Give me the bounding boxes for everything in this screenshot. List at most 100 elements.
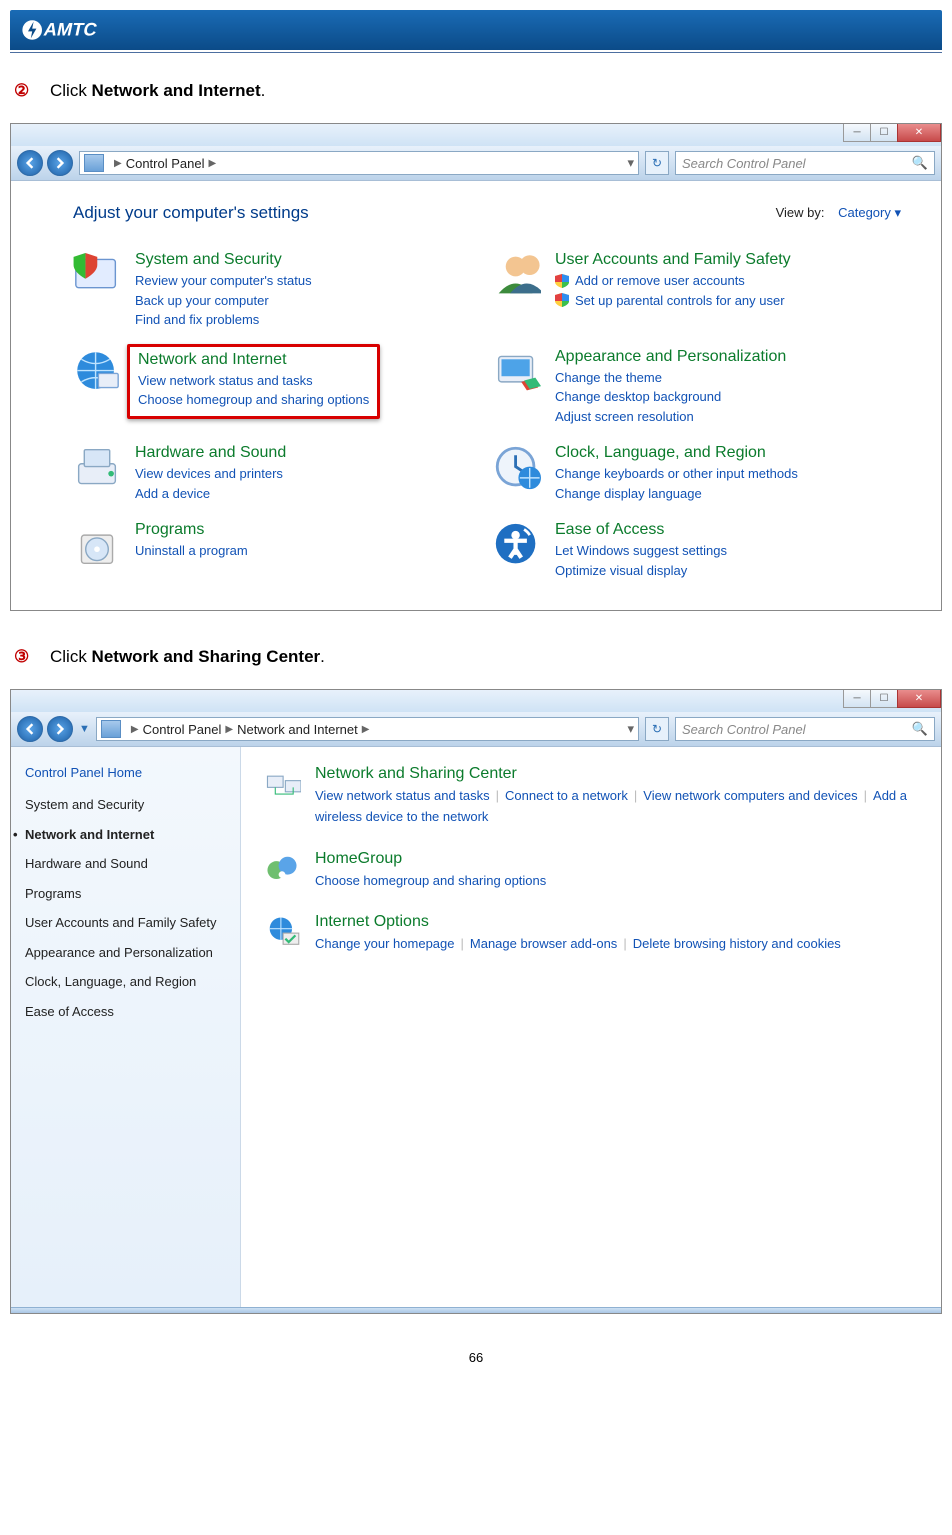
view-by-selector[interactable]: View by: Category ▾	[776, 205, 901, 221]
category-sublink[interactable]: Change keyboards or other input methods	[555, 464, 798, 484]
chevron-down-icon[interactable]: ▾	[627, 155, 634, 171]
category-sublink[interactable]: Uninstall a program	[135, 541, 248, 561]
window-footer-bar	[11, 1307, 941, 1313]
chevron-right-icon: ▶	[362, 724, 370, 735]
section-sublink[interactable]: View network status and tasks	[315, 788, 490, 803]
recent-dropdown-button[interactable]: ▼	[79, 723, 90, 735]
category-system-and-security: System and Security Review your computer'…	[73, 251, 481, 330]
section-sublink[interactable]: View network computers and devices	[643, 788, 857, 803]
page-number: 66	[10, 1350, 942, 1365]
breadcrumb-bar[interactable]: ▶ Control Panel ▶ ▾	[79, 151, 639, 175]
section-icon	[263, 850, 301, 888]
minimize-button[interactable]: ─	[843, 124, 871, 142]
brand-header: AMTC	[10, 10, 942, 50]
category-sublink[interactable]: View network status and tasks	[138, 371, 369, 391]
main-content: Network and Sharing Center View network s…	[241, 747, 941, 1307]
sidebar-item[interactable]: Hardware and Sound	[25, 855, 226, 873]
shield-icon	[555, 293, 569, 307]
sidebar-item[interactable]: System and Security	[25, 796, 226, 814]
category-title-link[interactable]: System and Security	[135, 251, 312, 269]
category-sublink[interactable]: Set up parental controls for any user	[555, 291, 791, 311]
section-title-link[interactable]: Internet Options	[315, 913, 841, 931]
category-sublink[interactable]: Find and fix problems	[135, 310, 312, 330]
breadcrumb-bar[interactable]: ▶ Control Panel ▶ Network and Internet ▶…	[96, 717, 639, 741]
chevron-down-icon[interactable]: ▾	[627, 721, 634, 737]
category-title-link[interactable]: Network and Internet	[138, 351, 369, 369]
control-panel-chip-icon	[101, 720, 121, 738]
category-sublink[interactable]: Change desktop background	[555, 387, 786, 407]
category-title-link[interactable]: Clock, Language, and Region	[555, 444, 798, 462]
brand-rule	[10, 52, 942, 53]
category-clock-language-and-region: Clock, Language, and Region Change keyboa…	[493, 444, 901, 503]
address-bar-row: ▶ Control Panel ▶ ▾ ↻ Search Control Pan…	[11, 146, 941, 181]
main-section: Internet OptionsChange your homepage|Man…	[263, 913, 919, 955]
category-icon	[493, 521, 541, 569]
sidebar-item[interactable]: Programs	[25, 885, 226, 903]
sidebar-item[interactable]: User Accounts and Family Safety	[25, 914, 226, 932]
category-title-link[interactable]: Hardware and Sound	[135, 444, 286, 462]
section-sublink[interactable]: Choose homegroup and sharing options	[315, 873, 546, 888]
refresh-button[interactable]: ↻	[645, 151, 669, 175]
arrow-left-icon	[24, 157, 36, 169]
section-sublink[interactable]: Delete browsing history and cookies	[633, 936, 841, 951]
breadcrumb-item[interactable]: Control Panel	[126, 156, 205, 171]
nav-back-button[interactable]	[17, 150, 43, 176]
close-button[interactable]: ✕	[897, 690, 941, 708]
category-sublink[interactable]: Change the theme	[555, 368, 786, 388]
category-title-link[interactable]: User Accounts and Family Safety	[555, 251, 791, 269]
shield-icon	[555, 274, 569, 288]
breadcrumb-item[interactable]: Network and Internet	[237, 722, 358, 737]
search-input[interactable]: Search Control Panel 🔍	[675, 151, 935, 175]
category-sublink[interactable]: Change display language	[555, 484, 798, 504]
section-icon	[263, 913, 301, 951]
category-sublink[interactable]: Adjust screen resolution	[555, 407, 786, 427]
sidebar-item[interactable]: Appearance and Personalization	[25, 944, 226, 962]
category-sublink[interactable]: Add or remove user accounts	[555, 271, 791, 291]
chevron-right-icon: ▶	[131, 724, 139, 735]
category-title-link[interactable]: Ease of Access	[555, 521, 727, 539]
category-title-link[interactable]: Appearance and Personalization	[555, 348, 786, 366]
nav-forward-button[interactable]	[47, 716, 73, 742]
section-sublink[interactable]: Manage browser add-ons	[470, 936, 617, 951]
category-sublink[interactable]: Let Windows suggest settings	[555, 541, 727, 561]
category-title-link[interactable]: Programs	[135, 521, 248, 539]
minimize-button[interactable]: ─	[843, 690, 871, 708]
section-icon	[263, 765, 301, 803]
title-bar: ─ ☐ ✕	[11, 124, 941, 146]
sidebar-home-link[interactable]: Control Panel Home	[25, 765, 226, 780]
category-sublink[interactable]: Review your computer's status	[135, 271, 312, 291]
category-sublink[interactable]: View devices and printers	[135, 464, 286, 484]
maximize-button[interactable]: ☐	[870, 690, 898, 708]
category-hardware-and-sound: Hardware and Sound View devices and print…	[73, 444, 481, 503]
category-sublink[interactable]: Back up your computer	[135, 291, 312, 311]
instruction-step-2: ② Click Network and Internet.	[10, 81, 942, 101]
category-icon	[73, 251, 121, 299]
search-icon: 🔍	[912, 155, 928, 171]
nav-back-button[interactable]	[17, 716, 43, 742]
brand-text: AMTC	[42, 19, 99, 40]
section-sublink[interactable]: Change your homepage	[315, 936, 455, 951]
sidebar-item[interactable]: Network and Internet	[25, 826, 226, 844]
sidebar-item[interactable]: Ease of Access	[25, 1003, 226, 1021]
category-user-accounts-and-family-safety: User Accounts and Family Safety Add or re…	[493, 251, 901, 330]
maximize-button[interactable]: ☐	[870, 124, 898, 142]
category-sublink[interactable]: Optimize visual display	[555, 561, 727, 581]
category-icon	[73, 444, 121, 492]
search-input[interactable]: Search Control Panel 🔍	[675, 717, 935, 741]
category-sublink[interactable]: Add a device	[135, 484, 286, 504]
sidebar-item[interactable]: Clock, Language, and Region	[25, 973, 226, 991]
section-links: View network status and tasks|Connect to…	[315, 786, 919, 828]
category-sublink[interactable]: Choose homegroup and sharing options	[138, 390, 369, 410]
close-button[interactable]: ✕	[897, 124, 941, 142]
category-icon	[493, 251, 541, 299]
section-sublink[interactable]: Connect to a network	[505, 788, 628, 803]
step-2-marker: ②	[14, 81, 29, 100]
section-title-link[interactable]: HomeGroup	[315, 850, 546, 868]
refresh-button[interactable]: ↻	[645, 717, 669, 741]
nav-forward-button[interactable]	[47, 150, 73, 176]
breadcrumb-item[interactable]: Control Panel	[143, 722, 222, 737]
step-3-marker: ③	[14, 647, 29, 666]
chevron-right-icon: ▶	[225, 724, 233, 735]
section-title-link[interactable]: Network and Sharing Center	[315, 765, 919, 783]
main-section: HomeGroup Choose homegroup and sharing op…	[263, 850, 919, 892]
